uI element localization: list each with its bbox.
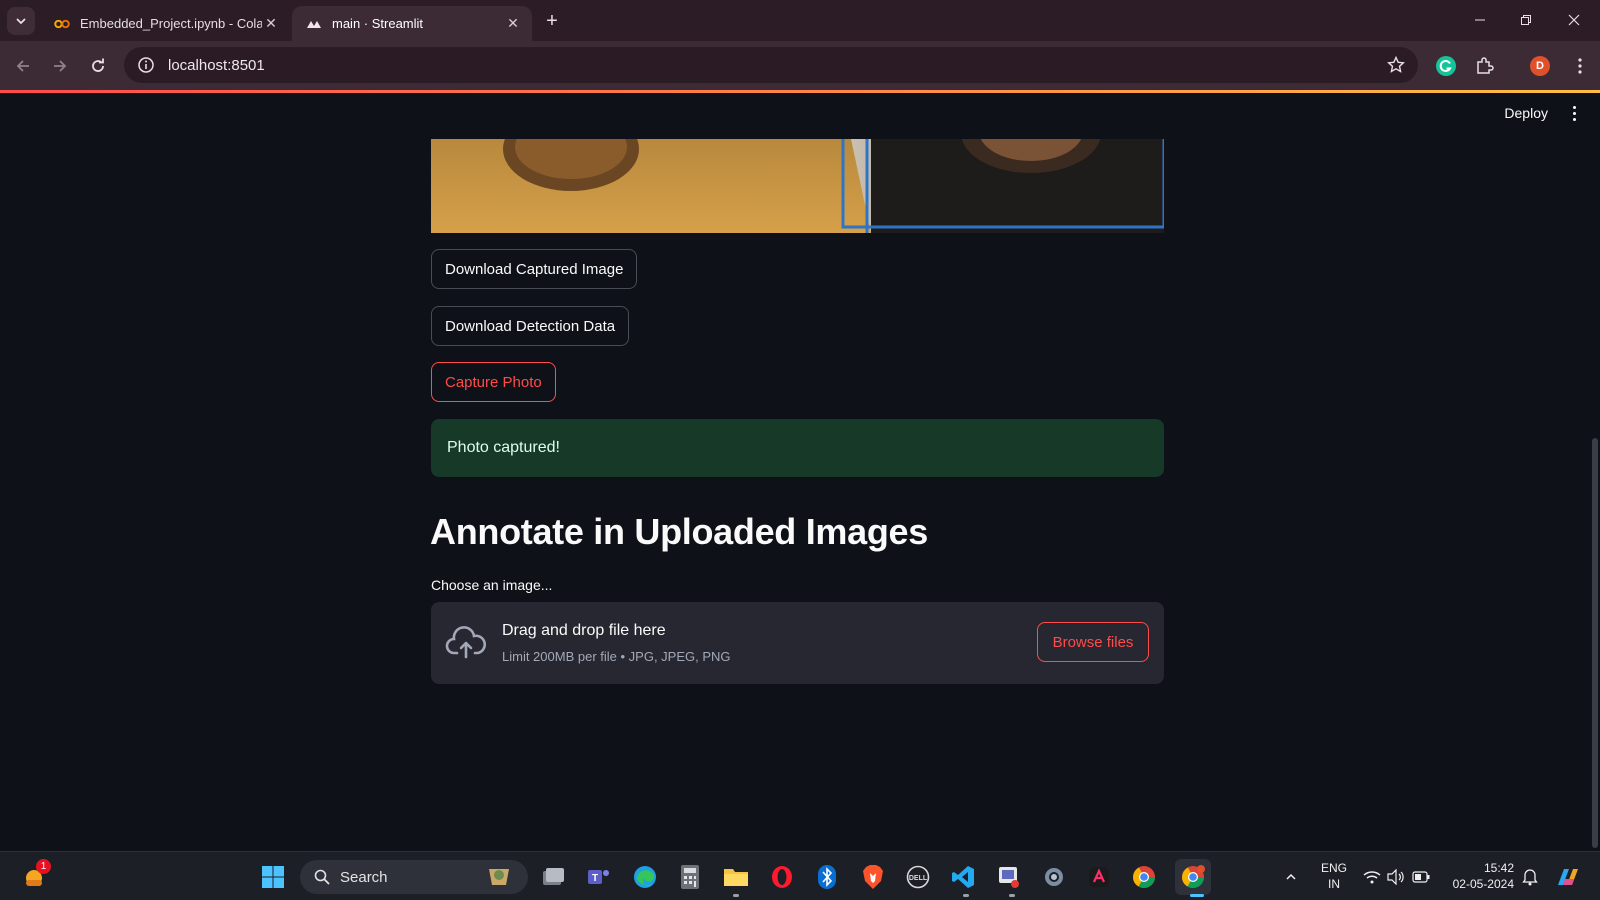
volume-icon[interactable]	[1385, 862, 1407, 892]
bookmark-star-icon[interactable]	[1386, 55, 1406, 75]
snipping-tool-icon[interactable]	[994, 862, 1024, 892]
windows-start-icon[interactable]	[258, 862, 288, 892]
reload-button[interactable]	[85, 53, 111, 79]
app-menu-icon[interactable]	[1566, 103, 1582, 123]
task-view-icon[interactable]	[538, 862, 568, 892]
deploy-button[interactable]: Deploy	[1504, 105, 1548, 121]
success-alert: Photo captured!	[431, 419, 1164, 477]
download-detection-data-button[interactable]: Download Detection Data	[431, 306, 630, 346]
search-label: Search	[340, 868, 388, 886]
arrow-left-icon	[16, 60, 29, 72]
battery-icon[interactable]	[1410, 862, 1432, 892]
restore-button[interactable]	[1512, 8, 1540, 32]
file-dropzone[interactable]: Drag and drop file here Limit 200MB per …	[431, 602, 1164, 684]
grammarly-icon[interactable]	[1434, 54, 1458, 78]
file-uploader-label: Choose an image...	[431, 577, 553, 593]
profile-avatar[interactable]: D	[1530, 56, 1550, 76]
cloud-upload-icon	[445, 623, 487, 663]
tab-strip: Embedded_Project.ipynb - Colab ✕ main · …	[0, 0, 1600, 41]
tab-search-button[interactable]	[7, 7, 35, 35]
close-icon[interactable]: ✕	[262, 15, 280, 33]
search-highlight-icon	[486, 865, 512, 889]
edge-icon[interactable]	[630, 862, 660, 892]
address-bar[interactable]: localhost:8501	[124, 47, 1418, 83]
tab-colab[interactable]: Embedded_Project.ipynb - Colab ✕	[40, 6, 290, 41]
brave-icon[interactable]	[858, 862, 888, 892]
tab-title: Embedded_Project.ipynb - Colab	[80, 16, 262, 31]
streamlit-icon	[306, 16, 322, 32]
language-code: ENG	[1320, 861, 1347, 875]
svg-text:DELL: DELL	[909, 875, 928, 882]
active-indicator	[1190, 894, 1204, 897]
chevron-down-icon	[16, 18, 26, 25]
page-scrollbar[interactable]	[1592, 438, 1598, 848]
download-captured-image-button[interactable]: Download Captured Image	[431, 249, 638, 289]
teams-icon[interactable]: T	[584, 862, 614, 892]
clock[interactable]: 15:42 02-05-2024	[1442, 860, 1514, 892]
arrow-right-icon	[54, 60, 67, 72]
running-indicator	[733, 894, 739, 897]
restore-icon	[1521, 15, 1531, 25]
minimize-button[interactable]	[1466, 8, 1494, 32]
browser-menu-icon[interactable]	[1568, 54, 1592, 78]
svg-text:T: T	[592, 873, 598, 884]
file-explorer-icon[interactable]	[721, 862, 751, 892]
dropzone-instructions: Drag and drop file here	[502, 622, 666, 639]
colab-icon	[54, 16, 70, 32]
taskbar-search-box[interactable]: Search	[300, 860, 528, 894]
success-message: Photo captured!	[447, 439, 560, 456]
chrome-dev-icon[interactable]	[1129, 862, 1159, 892]
reload-icon	[92, 58, 104, 72]
tab-title: main · Streamlit	[332, 16, 424, 31]
site-info-icon[interactable]	[128, 56, 164, 74]
bluetooth-icon[interactable]	[812, 862, 842, 892]
close-icon[interactable]: ✕	[504, 15, 522, 33]
url-text: localhost:8501	[168, 56, 265, 74]
notification-badge: 1	[36, 859, 51, 874]
dell-icon[interactable]: DELL	[903, 862, 933, 892]
search-icon	[314, 869, 330, 885]
vscode-icon[interactable]	[948, 862, 978, 892]
forward-button[interactable]	[47, 53, 73, 79]
tab-streamlit[interactable]: main · Streamlit ✕	[292, 6, 532, 41]
browse-files-button[interactable]: Browse files	[1037, 622, 1149, 662]
notifications-bell-icon[interactable]	[1519, 862, 1541, 892]
close-icon	[1568, 14, 1580, 26]
extensions-icon[interactable]	[1472, 54, 1496, 78]
app-icon-pink[interactable]	[1084, 862, 1114, 892]
calculator-icon[interactable]	[675, 862, 705, 892]
browser-window: Embedded_Project.ipynb - Colab ✕ main · …	[0, 0, 1600, 900]
opera-icon[interactable]	[767, 862, 797, 892]
dropzone-limits: Limit 200MB per file • JPG, JPEG, PNG	[502, 649, 731, 664]
browser-toolbar: localhost:8501	[0, 41, 1600, 91]
back-button[interactable]	[10, 53, 36, 79]
chrome-icon-active[interactable]	[1175, 859, 1211, 895]
language-indicator[interactable]: ENG IN	[1316, 860, 1352, 892]
captured-image	[431, 139, 1164, 233]
copilot-icon[interactable]	[1553, 862, 1583, 892]
window-close-button[interactable]	[1560, 8, 1588, 32]
wifi-icon[interactable]	[1361, 862, 1383, 892]
weather-widget-icon[interactable]: 1	[20, 859, 51, 892]
running-indicator	[963, 894, 969, 897]
minimize-icon	[1475, 19, 1485, 21]
clock-time: 15:42	[1483, 861, 1514, 875]
settings-gear-icon[interactable]	[1039, 862, 1069, 892]
chevron-up-icon[interactable]	[1280, 862, 1302, 892]
new-tab-button[interactable]: +	[540, 9, 564, 33]
region-code: IN	[1328, 877, 1340, 891]
capture-photo-button[interactable]: Capture Photo	[431, 362, 556, 402]
taskbar: 1 Search T DELL ENG IN 15:42 02-05-2024	[0, 851, 1600, 900]
running-indicator	[1009, 894, 1015, 897]
clock-date: 02-05-2024	[1452, 877, 1514, 891]
section-heading: Annotate in Uploaded Images	[430, 511, 928, 552]
streamlit-app: Deploy Download Captured Image Download …	[0, 93, 1600, 851]
